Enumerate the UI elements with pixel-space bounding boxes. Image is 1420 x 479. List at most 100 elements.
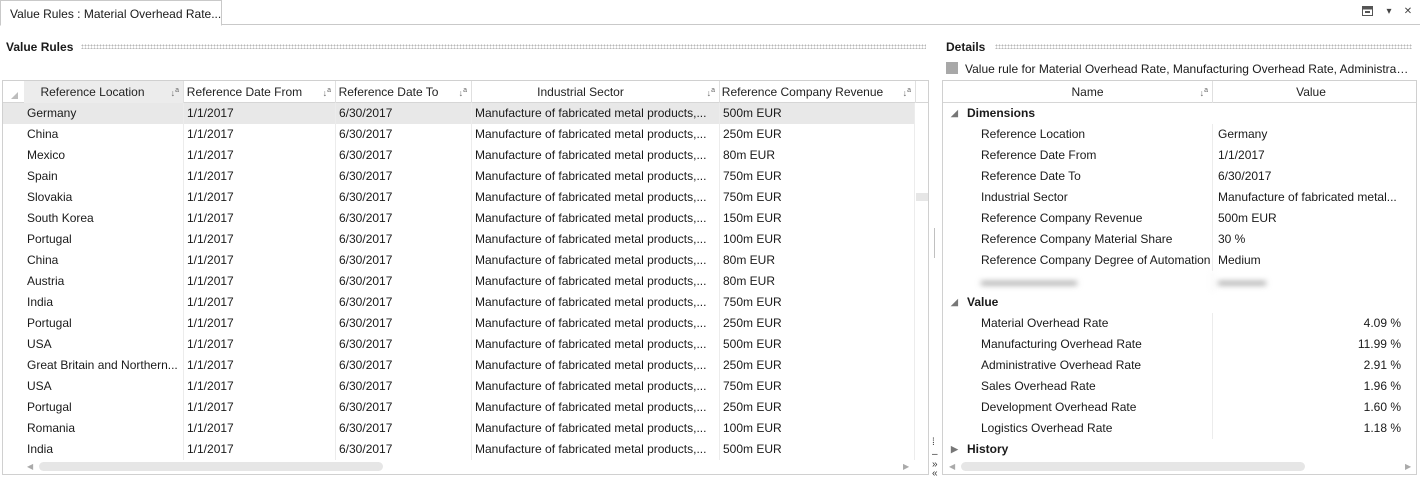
column-header-name[interactable]: Name ↓a <box>943 81 1213 103</box>
column-header-reference-company-revenue[interactable]: Reference Company Revenue ↓a <box>720 81 916 103</box>
select-all-corner[interactable] <box>3 81 24 103</box>
group-value[interactable]: ◢ Value <box>943 292 1403 313</box>
group-history[interactable]: ▶ History <box>943 439 1403 460</box>
table-row[interactable]: China 1/1/2017 6/30/2017 Manufacture of fab… <box>3 250 915 271</box>
property-row[interactable]: Reference Date From 1/1/2017 <box>943 145 1403 166</box>
details-property-grid[interactable]: Name ↓a Value ◢ Dimensions Reference Loc… <box>942 80 1417 475</box>
property-row[interactable]: Reference Location Germany <box>943 124 1403 145</box>
cell-reference-date-from: 1/1/2017 <box>184 439 336 460</box>
table-row[interactable]: Austria 1/1/2017 6/30/2017 Manufacture of f… <box>3 271 915 292</box>
column-header-value[interactable]: Value <box>1213 81 1409 103</box>
cell-reference-location: China <box>24 124 184 145</box>
table-row[interactable]: Spain 1/1/2017 6/30/2017 Manufacture of fab… <box>3 166 915 187</box>
sort-icon[interactable]: ↓a <box>903 86 911 98</box>
cell-reference-location: Portugal <box>24 397 184 418</box>
cell-reference-company-revenue: 250m EUR <box>720 124 915 145</box>
table-row[interactable]: Portugal 1/1/2017 6/30/2017 Manufacture of … <box>3 397 915 418</box>
cell-reference-location: Great Britain and Northern... <box>24 355 184 376</box>
table-row[interactable]: Portugal 1/1/2017 6/30/2017 Manufacture of … <box>3 229 915 250</box>
property-name: Reference Company Degree of Automation <box>981 250 1213 271</box>
group-dimensions[interactable]: ◢ Dimensions <box>943 103 1403 124</box>
scroll-right-icon[interactable]: ▶ <box>903 462 909 471</box>
table-row[interactable]: USA 1/1/2017 6/30/2017 Manufacture of fabri… <box>3 334 915 355</box>
panel-splitter[interactable]: ⁞ – » « <box>931 80 941 479</box>
cell-reference-company-revenue: 80m EUR <box>720 250 915 271</box>
cell-reference-company-revenue: 250m EUR <box>720 313 915 334</box>
sort-icon[interactable]: ↓a <box>707 86 715 98</box>
sort-icon[interactable]: ↓a <box>1200 86 1208 98</box>
chevron-down-icon[interactable]: ▾ <box>1383 6 1395 18</box>
cell-reference-company-revenue: 500m EUR <box>720 334 915 355</box>
property-row[interactable]: Development Overhead Rate 1.60 % <box>943 397 1403 418</box>
column-header-industrial-sector[interactable]: Industrial Sector ↓a <box>472 81 720 103</box>
property-row[interactable]: Logistics Overhead Rate 1.18 % <box>943 418 1403 439</box>
collapse-icon[interactable]: « <box>932 469 938 479</box>
column-header-reference-date-from[interactable]: Reference Date From ↓a <box>184 81 336 103</box>
table-row[interactable]: Romania 1/1/2017 6/30/2017 Manufacture of f… <box>3 418 915 439</box>
horizontal-scrollbar[interactable] <box>961 462 1305 471</box>
cell-reference-date-from: 1/1/2017 <box>184 166 336 187</box>
cell-reference-date-to: 6/30/2017 <box>336 208 472 229</box>
cell-reference-location: Mexico <box>24 145 184 166</box>
column-header-reference-date-to[interactable]: Reference Date To ↓a <box>336 81 472 103</box>
table-row[interactable]: China 1/1/2017 6/30/2017 Manufacture of fab… <box>3 124 915 145</box>
cell-reference-location: South Korea <box>24 208 184 229</box>
expand-group-icon[interactable]: ▶ <box>951 439 958 460</box>
property-row[interactable]: Reference Company Degree of Automation M… <box>943 250 1403 271</box>
property-row[interactable]: Material Overhead Rate 4.09 % <box>943 313 1403 334</box>
table-row[interactable]: India 1/1/2017 6/30/2017 Manufacture of fab… <box>3 292 915 313</box>
cell-reference-company-revenue: 750m EUR <box>720 166 915 187</box>
details-title: Details <box>946 40 994 54</box>
cell-reference-date-from: 1/1/2017 <box>184 124 336 145</box>
cell-reference-date-to: 6/30/2017 <box>336 187 472 208</box>
cell-reference-location: Portugal <box>24 229 184 250</box>
sort-icon[interactable]: ↓a <box>459 86 467 98</box>
property-row[interactable]: Sales Overhead Rate 1.96 % <box>943 376 1403 397</box>
table-row[interactable]: India 1/1/2017 6/30/2017 Manufacture of fab… <box>3 439 915 460</box>
sort-icon[interactable]: ↓a <box>323 86 331 98</box>
property-value: Medium <box>1218 253 1261 267</box>
property-row[interactable]: Industrial Sector Manufacture of fabrica… <box>943 187 1403 208</box>
document-tab[interactable]: Value Rules : Material Overhead Rate... <box>0 0 222 26</box>
scroll-left-icon[interactable]: ◀ <box>949 462 955 471</box>
table-row[interactable]: Portugal 1/1/2017 6/30/2017 Manufacture of … <box>3 313 915 334</box>
table-row[interactable]: Mexico 1/1/2017 6/30/2017 Manufacture of fa… <box>3 145 915 166</box>
cell-reference-company-revenue: 100m EUR <box>720 418 915 439</box>
document-tab-strip: Value Rules : Material Overhead Rate... … <box>0 0 1420 26</box>
table-row[interactable]: Slovakia 1/1/2017 6/30/2017 Manufacture of … <box>3 187 915 208</box>
cell-reference-location: India <box>24 439 184 460</box>
vertical-scrollbar-thumb[interactable] <box>916 193 928 201</box>
cell-industrial-sector: Manufacture of fabricated metal products… <box>472 271 720 292</box>
scroll-left-icon[interactable]: ◀ <box>27 462 33 471</box>
cell-reference-date-to: 6/30/2017 <box>336 397 472 418</box>
cell-reference-date-from: 1/1/2017 <box>184 271 336 292</box>
splitter-grip <box>934 228 935 258</box>
property-row[interactable]: Reference Company Material Share 30 % <box>943 229 1403 250</box>
table-row[interactable]: USA 1/1/2017 6/30/2017 Manufacture of fabri… <box>3 376 915 397</box>
table-row[interactable]: Great Britain and Northern... 1/1/2017 6/3… <box>3 355 915 376</box>
close-icon[interactable]: ✕ <box>1402 6 1414 18</box>
cell-reference-date-to: 6/30/2017 <box>336 439 472 460</box>
property-name: Industrial Sector <box>981 187 1213 208</box>
window-list-icon[interactable] <box>1361 6 1373 18</box>
collapse-group-icon[interactable]: ◢ <box>951 103 958 124</box>
cell-reference-location: Austria <box>24 271 184 292</box>
horizontal-scrollbar[interactable] <box>39 462 383 471</box>
cell-industrial-sector: Manufacture of fabricated metal products… <box>472 439 720 460</box>
value-rules-grid[interactable]: Reference Location ↓a Reference Date Fro… <box>2 80 929 475</box>
property-row[interactable]: Reference Company Revenue 500m EUR <box>943 208 1403 229</box>
property-name: Development Overhead Rate <box>981 397 1213 418</box>
table-row[interactable]: Germany 1/1/2017 6/30/2017 Manufacture of f… <box>3 103 915 124</box>
splitter-pin-icon[interactable]: ⁞ <box>932 438 935 448</box>
cell-industrial-sector: Manufacture of fabricated metal products… <box>472 124 720 145</box>
collapse-group-icon[interactable]: ◢ <box>951 292 958 313</box>
property-row[interactable]: Administrative Overhead Rate 2.91 % <box>943 355 1403 376</box>
column-header-reference-location[interactable]: Reference Location ↓a <box>24 81 184 103</box>
scroll-right-icon[interactable]: ▶ <box>1405 462 1411 471</box>
redacted-name: ▬▬▬▬▬▬▬▬ <box>981 271 1213 292</box>
property-row[interactable]: Manufacturing Overhead Rate 11.99 % <box>943 334 1403 355</box>
property-value: 1/1/2017 <box>1218 148 1265 162</box>
property-row[interactable]: Reference Date To 6/30/2017 <box>943 166 1403 187</box>
table-row[interactable]: South Korea 1/1/2017 6/30/2017 Manufacture … <box>3 208 915 229</box>
sort-icon[interactable]: ↓a <box>171 86 179 98</box>
